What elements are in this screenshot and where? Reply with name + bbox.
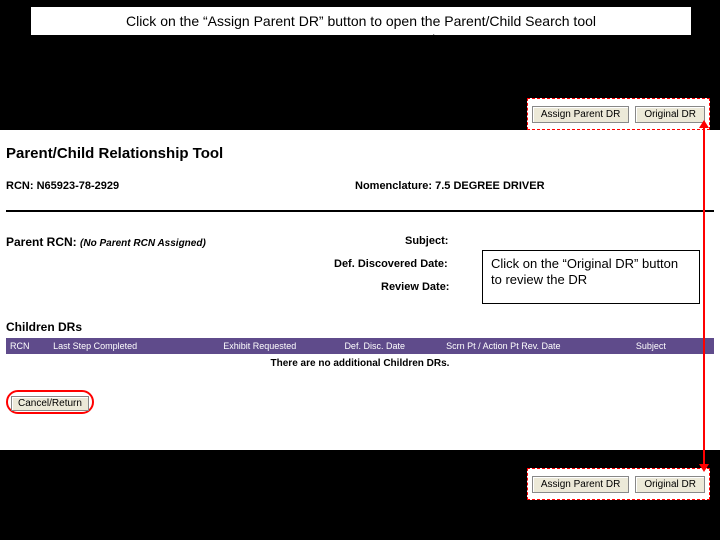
col-def-disc: Def. Disc. Date [340,341,442,351]
col-scrn-pt: Scrn Pt / Action Pt Rev. Date [442,341,632,351]
arrow-up-icon [699,120,709,128]
nomenclature-value: 7.5 DEGREE DRIVER [435,180,544,192]
connector-line [432,34,479,81]
col-rcn: RCN [6,341,49,351]
rcn-value: N65923-78-2929 [37,180,120,192]
subject-label: Subject: [405,235,448,247]
arrow-down-icon [699,464,709,472]
parent-rcn-row: Parent RCN: (No Parent RCN Assigned) [6,235,206,249]
parent-rcn-value: (No Parent RCN Assigned) [80,238,206,249]
no-children-message: There are no additional Children DRs. [0,358,720,369]
original-dr-button-bottom[interactable]: Original DR [635,476,705,493]
divider [6,210,714,212]
callout-original-dr: Click on the “Original DR” button to rev… [482,250,700,304]
button-group-top-highlight: Assign Parent DR Original DR [527,98,710,130]
tool-title: Parent/Child Relationship Tool [6,145,223,162]
rcn-label: RCN: [6,180,34,192]
nomenclature-row: Nomenclature: 7.5 DEGREE DRIVER [355,180,545,192]
cancel-return-highlight: Cancel/Return [6,390,94,414]
children-drs-title: Children DRs [6,320,82,334]
assign-parent-dr-button[interactable]: Assign Parent DR [532,106,629,123]
cancel-return-button[interactable]: Cancel/Return [11,396,89,411]
col-last-step: Last Step Completed [49,341,219,351]
children-table-header: RCN Last Step Completed Exhibit Requeste… [6,338,714,354]
button-group-bottom-highlight: Assign Parent DR Original DR [527,468,710,500]
nomenclature-label: Nomenclature: [355,180,432,192]
connector-arrow-line [703,126,705,466]
original-dr-button[interactable]: Original DR [635,106,705,123]
review-date-label: Review Date: [381,281,449,293]
def-discovered-date-label: Def. Discovered Date: [334,258,448,270]
assign-parent-dr-button-bottom[interactable]: Assign Parent DR [532,476,629,493]
col-exhibit: Exhibit Requested [219,341,340,351]
parent-rcn-label: Parent RCN: [6,235,77,249]
col-subject: Subject [632,341,714,351]
instruction-top: Click on the “Assign Parent DR” button t… [30,6,692,36]
